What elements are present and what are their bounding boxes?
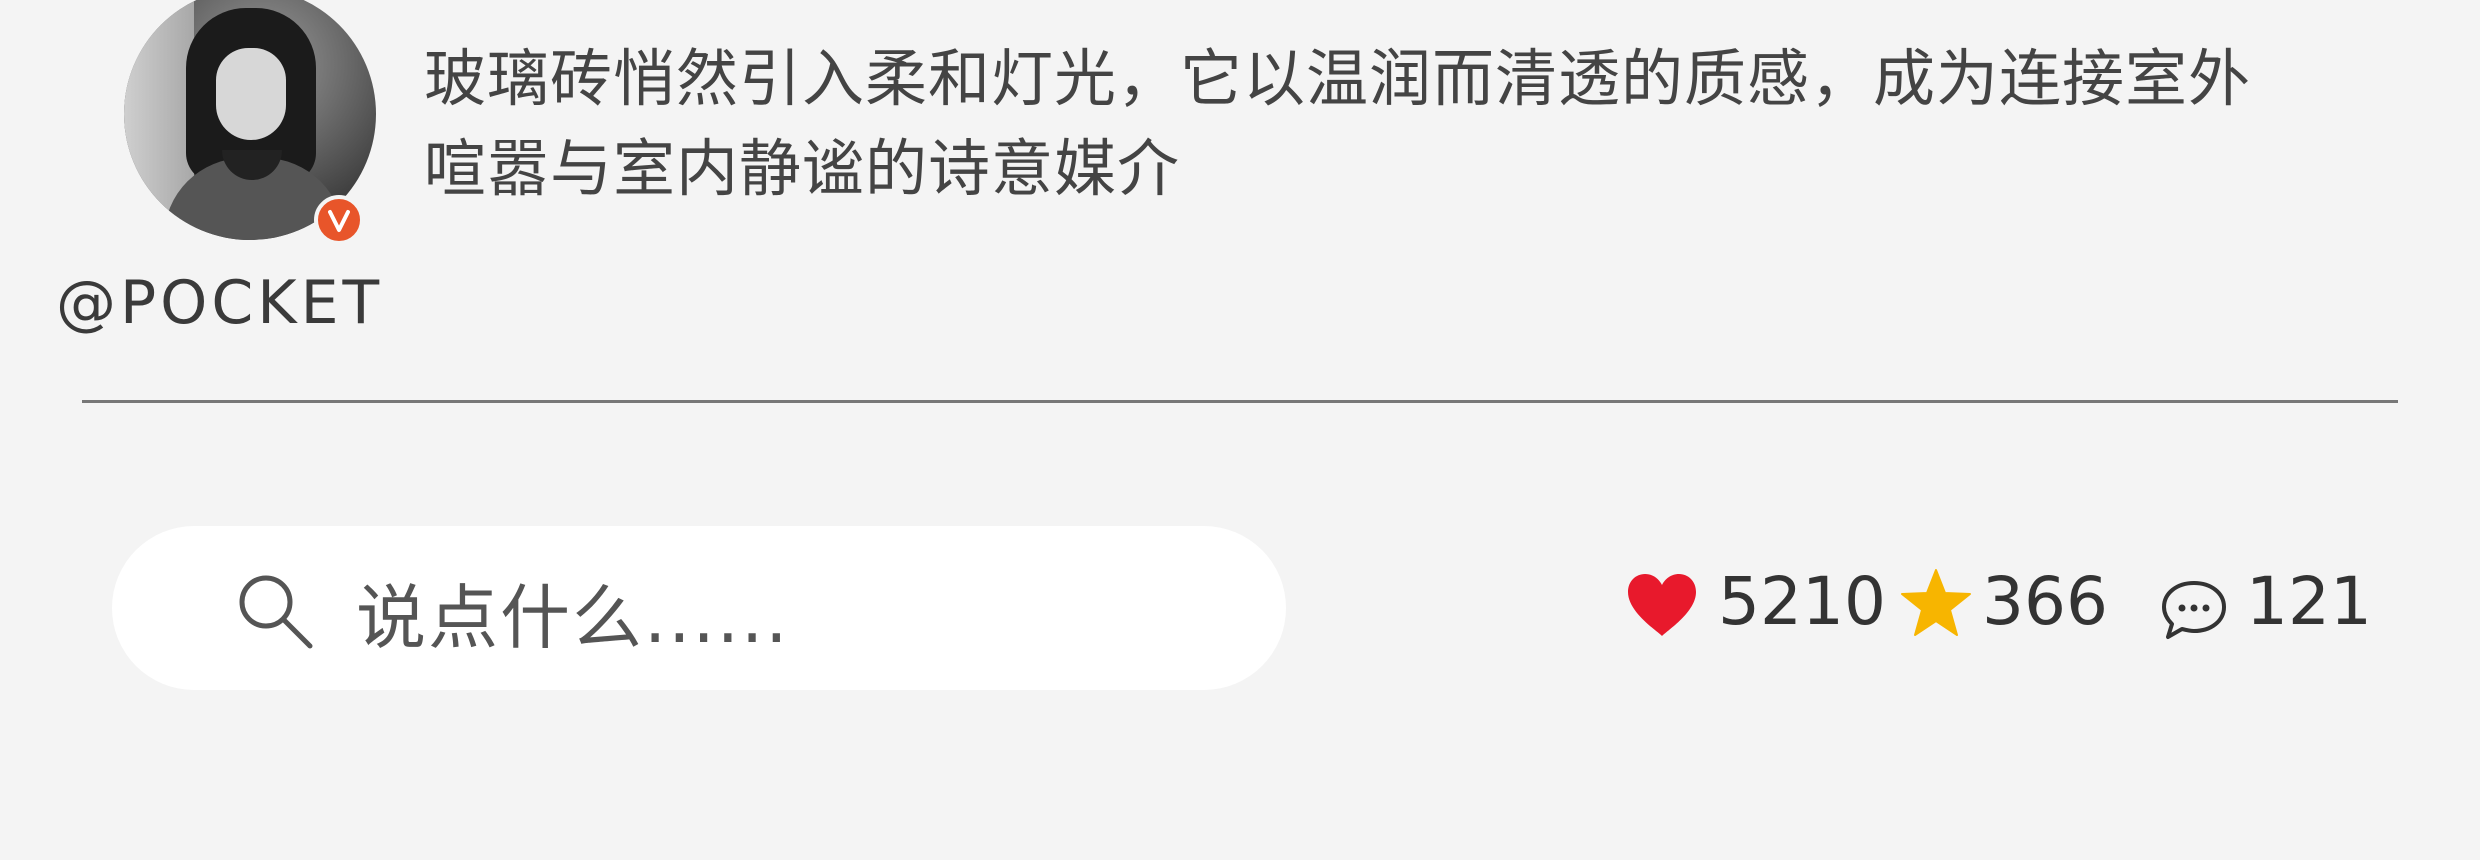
star-icon[interactable] bbox=[1900, 568, 1972, 638]
comment-count: 121 bbox=[2246, 563, 2372, 640]
divider bbox=[82, 400, 2398, 403]
comment-input[interactable]: 说点什么...... bbox=[112, 526, 1286, 690]
comment-input-placeholder: 说点什么...... bbox=[356, 577, 790, 659]
post-description: 玻璃砖悄然引入柔和灯光，它以温润而清透的质感，成为连接室外喧嚣与室内静谧的诗意媒… bbox=[424, 42, 2252, 205]
comment-bubble-icon[interactable] bbox=[2160, 578, 2228, 642]
like-count: 5210 bbox=[1718, 563, 1886, 640]
author-handle[interactable]: @POCKET bbox=[56, 268, 383, 338]
search-icon bbox=[239, 575, 313, 649]
favorite-count: 366 bbox=[1982, 563, 2108, 640]
heart-icon[interactable] bbox=[1626, 572, 1698, 638]
verified-badge-icon bbox=[314, 195, 364, 245]
avatar-face bbox=[216, 48, 286, 140]
